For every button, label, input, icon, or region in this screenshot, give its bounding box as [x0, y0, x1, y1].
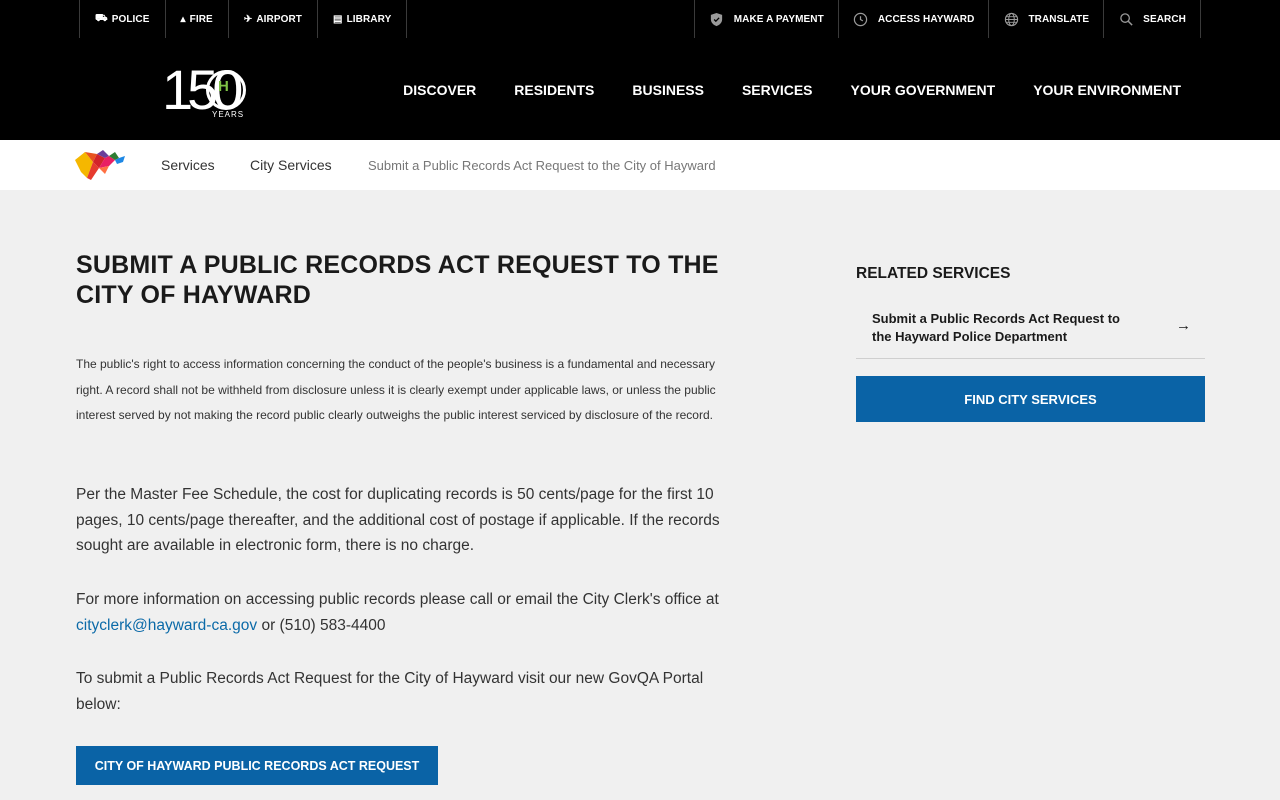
related-services-title: RELATED SERVICES [856, 265, 1011, 282]
fire-link[interactable]: ▴ FIRE [164, 0, 228, 38]
globe-icon [1003, 11, 1019, 27]
airport-label: AIRPORT [256, 13, 303, 25]
translate-link[interactable]: TRANSLATE [988, 0, 1103, 38]
airport-link[interactable]: ✈ AIRPORT [227, 0, 317, 38]
breadcrumb-city-services[interactable]: City Services [250, 140, 332, 190]
nav-your-government[interactable]: YOUR GOVERNMENT [851, 82, 996, 98]
contact-suffix: or (510) 583-4400 [257, 616, 386, 634]
nav-residents[interactable]: RESIDENTS [514, 82, 594, 98]
logo-letter: H [218, 78, 229, 95]
utility-bar: ⛟ POLICE ▴ FIRE ✈ AIRPORT ▤ LIBRARY MAKE… [0, 0, 1280, 40]
nav-your-environment[interactable]: YOUR ENVIRONMENT [1033, 82, 1181, 98]
nav-discover[interactable]: DISCOVER [403, 82, 476, 98]
public-records-request-button[interactable]: CITY OF HAYWARD PUBLIC RECORDS ACT REQUE… [76, 746, 438, 785]
breadcrumb-current: Submit a Public Records Act Request to t… [368, 157, 716, 173]
breadcrumb-services[interactable]: Services [161, 140, 215, 190]
clerk-email-link[interactable]: cityclerk@hayward-ca.gov [76, 617, 257, 634]
breadcrumb: Services City Services Submit a Public R… [0, 140, 1280, 190]
fee-paragraph: Per the Master Fee Schedule, the cost fo… [76, 486, 720, 554]
logo-years: YEARS [212, 110, 245, 119]
fire-icon: ▴ [180, 13, 186, 25]
search-icon [1118, 11, 1134, 27]
arrow-right-icon: → [1176, 317, 1191, 334]
nav-business[interactable]: BUSINESS [632, 82, 704, 98]
contact-prefix: For more information on accessing public… [76, 591, 719, 608]
hayward-150-logo[interactable]: 150 H YEARS [162, 62, 252, 120]
emergency-links: ⛟ POLICE ▴ FIRE ✈ AIRPORT ▤ LIBRARY [79, 0, 408, 38]
search-label: SEARCH [1143, 13, 1186, 25]
search-link[interactable]: SEARCH [1103, 0, 1201, 38]
library-link[interactable]: ▤ LIBRARY [317, 0, 408, 38]
contact-paragraph: For more information on accessing public… [76, 587, 741, 638]
page-title: SUBMIT A PUBLIC RECORDS ACT REQUEST TO T… [76, 251, 719, 309]
main-nav: DISCOVER RESIDENTS BUSINESS SERVICES YOU… [365, 40, 1181, 140]
related-service-label: Submit a Public Records Act Request to t… [872, 311, 1121, 344]
clock-icon [853, 11, 869, 27]
library-label: LIBRARY [346, 13, 392, 25]
utility-actions: MAKE A PAYMENT ACCESS HAYWARD TRANSLATE … [693, 0, 1201, 38]
find-city-services-button[interactable]: FIND CITY SERVICES [856, 376, 1205, 422]
related-service-link[interactable]: Submit a Public Records Act Request to t… [856, 310, 1205, 359]
hayward-mosaic-icon[interactable] [75, 150, 127, 182]
access-hayward-link[interactable]: ACCESS HAYWARD [837, 0, 989, 38]
shield-icon [709, 11, 725, 27]
main-header: 150 H YEARS DISCOVER RESIDENTS BUSINESS … [0, 40, 1280, 140]
portal-paragraph: To submit a Public Records Act Request f… [76, 670, 704, 713]
book-icon: ▤ [333, 13, 343, 25]
translate-label: TRANSLATE [1028, 13, 1090, 25]
make-payment-link[interactable]: MAKE A PAYMENT [693, 0, 838, 38]
make-payment-label: MAKE A PAYMENT [733, 13, 824, 25]
police-link[interactable]: ⛟ POLICE [79, 0, 165, 38]
nav-services[interactable]: SERVICES [742, 82, 813, 98]
intro-paragraph: The public's right to access information… [76, 357, 716, 422]
fire-label: FIRE [189, 13, 213, 25]
access-hayward-label: ACCESS HAYWARD [877, 13, 975, 25]
airplane-icon: ✈ [243, 13, 253, 25]
police-car-icon: ⛟ [95, 12, 108, 24]
police-label: POLICE [111, 13, 150, 25]
